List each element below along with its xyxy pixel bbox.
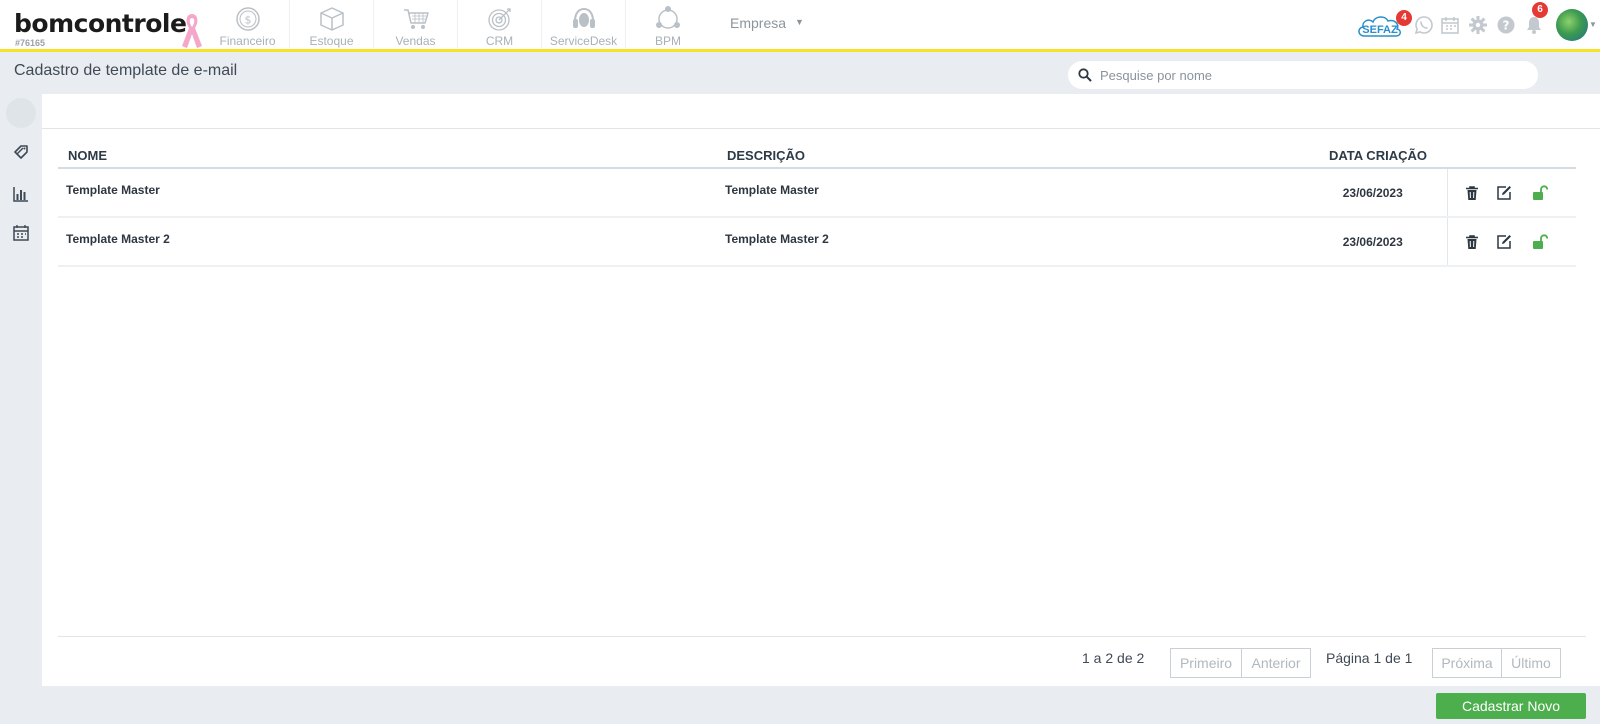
help-icon[interactable]: ? xyxy=(1496,15,1516,35)
top-navbar: bomcontrole #76165 $ Financeiro Estoque … xyxy=(0,0,1600,52)
caret-down-icon[interactable]: ▼ xyxy=(795,17,804,27)
row-actions xyxy=(1448,218,1577,265)
tag-icon[interactable] xyxy=(12,143,30,161)
trash-icon xyxy=(1465,185,1478,200)
delete-button[interactable] xyxy=(1456,232,1488,252)
column-header-data-criacao[interactable]: DATA CRIAÇÃO xyxy=(1299,144,1447,169)
cart-icon xyxy=(403,9,429,29)
module-crm[interactable]: CRM xyxy=(458,0,542,48)
divider xyxy=(42,128,1600,129)
table-header-row: NOME DESCRIÇÃO DATA CRIAÇÃO xyxy=(58,144,1576,169)
gear-icon[interactable] xyxy=(1468,15,1488,35)
edit-button[interactable] xyxy=(1488,183,1520,203)
cell-data: 23/06/2023 xyxy=(1299,168,1447,218)
module-servicedesk[interactable]: ServiceDesk xyxy=(542,0,626,48)
first-page-button[interactable]: Primeiro xyxy=(1170,648,1242,678)
svg-text:?: ? xyxy=(1503,19,1510,33)
edit-icon xyxy=(1496,185,1511,200)
caret-down-icon[interactable]: ▼ xyxy=(1589,20,1597,29)
dollar-coin-icon: $ xyxy=(235,7,260,31)
sefaz-badge: 4 xyxy=(1396,10,1412,26)
process-icon xyxy=(656,6,680,29)
page-title: Cadastro de template de e-mail xyxy=(14,62,238,79)
cell-descricao: Template Master xyxy=(717,168,1299,218)
unlock-button[interactable] xyxy=(1524,232,1556,252)
trash-icon xyxy=(1465,234,1478,249)
module-label: CRM xyxy=(485,34,514,48)
sefaz-label: SEFAZ xyxy=(1362,24,1398,36)
column-header-nome[interactable]: NOME xyxy=(58,144,717,169)
headset-icon xyxy=(572,7,595,28)
cell-actions xyxy=(1446,217,1577,267)
user-avatar[interactable] xyxy=(1556,9,1588,41)
company-selector[interactable]: Empresa xyxy=(730,15,786,31)
app-logo[interactable]: bomcontrole xyxy=(14,9,187,38)
pink-ribbon-icon xyxy=(182,14,202,48)
module-label: ServiceDesk xyxy=(549,34,618,48)
calendar-icon[interactable] xyxy=(1440,15,1460,35)
module-label: BPM xyxy=(654,34,681,48)
column-header-descricao[interactable]: DESCRIÇÃO xyxy=(717,144,1299,169)
column-header-actions xyxy=(1447,144,1576,169)
bar-chart-icon[interactable] xyxy=(12,185,30,203)
cell-nome: Template Master 2 xyxy=(58,217,717,267)
next-page-button[interactable]: Próxima xyxy=(1432,648,1502,678)
new-template-button[interactable]: Cadastrar Novo xyxy=(1436,693,1586,719)
module-estoque[interactable]: Estoque xyxy=(290,0,374,48)
module-label: Financeiro xyxy=(219,34,276,48)
box-icon xyxy=(319,7,344,31)
previous-page-button[interactable]: Anterior xyxy=(1241,648,1311,678)
page-indicator: Página 1 de 1 xyxy=(1326,650,1413,666)
main-panel: NOME DESCRIÇÃO DATA CRIAÇÃO Template Mas… xyxy=(42,94,1600,686)
cell-actions xyxy=(1446,168,1577,218)
table-row[interactable]: Template Master Template Master 23/06/20… xyxy=(58,168,1577,218)
search-icon xyxy=(1078,68,1092,82)
calendar-icon[interactable] xyxy=(12,224,30,242)
notifications-badge: 6 xyxy=(1532,2,1548,18)
unlock-icon xyxy=(1532,184,1548,200)
module-bpm[interactable]: BPM xyxy=(626,0,710,48)
module-financeiro[interactable]: $ Financeiro xyxy=(206,0,290,48)
target-icon xyxy=(487,8,511,31)
rail-toggle-button[interactable] xyxy=(6,98,36,128)
search-box xyxy=(1068,61,1538,89)
search-input[interactable] xyxy=(1100,67,1520,83)
row-actions xyxy=(1448,169,1577,216)
pagination-range: 1 a 2 de 2 xyxy=(1082,650,1145,666)
account-id: #76165 xyxy=(15,38,46,48)
module-label: Vendas xyxy=(395,34,436,48)
cell-nome: Template Master xyxy=(58,168,717,218)
unlock-button[interactable] xyxy=(1524,183,1556,203)
delete-button[interactable] xyxy=(1456,183,1488,203)
module-vendas[interactable]: Vendas xyxy=(374,0,458,48)
cell-data: 23/06/2023 xyxy=(1299,217,1447,267)
cell-descricao: Template Master 2 xyxy=(717,217,1299,267)
unlock-icon xyxy=(1532,233,1548,249)
edit-icon xyxy=(1496,234,1511,249)
module-label: Estoque xyxy=(309,34,354,48)
module-nav: $ Financeiro Estoque Vendas CRM ServiceD… xyxy=(206,0,710,52)
templates-table: NOME DESCRIÇÃO DATA CRIAÇÃO Template Mas… xyxy=(58,144,1576,267)
edit-button[interactable] xyxy=(1488,232,1520,252)
whatsapp-icon[interactable] xyxy=(1414,15,1434,35)
table-row[interactable]: Template Master 2 Template Master 2 23/0… xyxy=(58,217,1577,267)
divider xyxy=(58,636,1586,637)
bell-icon[interactable] xyxy=(1524,15,1544,35)
last-page-button[interactable]: Último xyxy=(1501,648,1561,678)
svg-text:$: $ xyxy=(244,14,251,27)
